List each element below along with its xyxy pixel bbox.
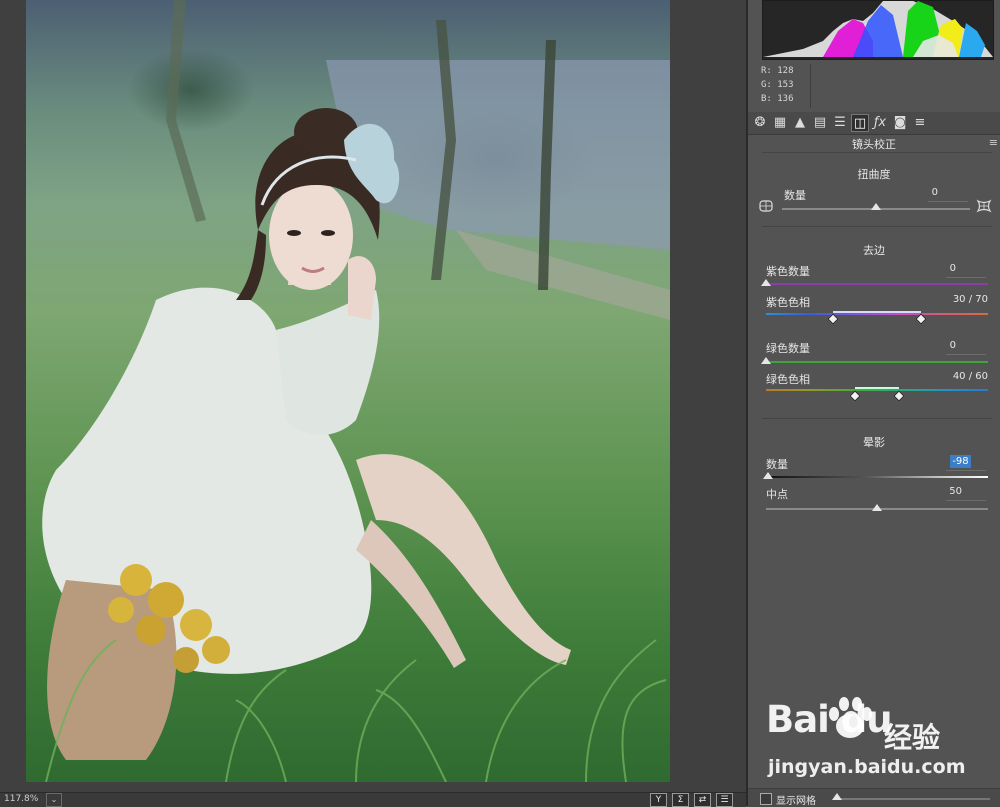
watermark-brand: Bai du (766, 698, 893, 741)
green-amount-slider-track[interactable] (766, 361, 988, 363)
distortion-slider-thumb[interactable] (871, 203, 881, 210)
purple-amount-slider-track[interactable] (766, 283, 988, 285)
tone-curve-tab-icon[interactable]: ▦ (771, 114, 789, 132)
basic-tab-icon[interactable]: ❂ (751, 114, 769, 132)
show-grid-row: 显示网格 (748, 788, 1000, 807)
before-after-y-button[interactable]: Y (650, 793, 667, 807)
histogram-graph (763, 1, 993, 57)
right-panel: R: 128 G: 153 B: 136 ❂ ▦ ▲ ▤ ☰ ◫ ƒx ◙ ≡ … (748, 0, 1000, 807)
green-amount-value[interactable]: 0 (934, 340, 956, 351)
purple-amount-value[interactable]: 0 (934, 263, 956, 274)
defringe-title: 去边 (863, 244, 885, 257)
blue-value: B: 136 (761, 94, 794, 104)
separator (762, 152, 992, 153)
vignetting-midpoint-label: 中点 (766, 488, 788, 501)
grid-size-slider-thumb[interactable] (832, 793, 842, 800)
show-grid-checkbox[interactable] (760, 793, 772, 805)
separator (762, 418, 992, 419)
vignetting-midpoint-slider-thumb[interactable] (872, 504, 882, 511)
purple-amount-slider-thumb[interactable] (761, 279, 771, 286)
vignetting-midpoint-value[interactable]: 50 (934, 486, 962, 497)
purple-hue-low-thumb[interactable] (826, 313, 839, 325)
vignetting-amount-slider-track[interactable] (766, 476, 988, 478)
histogram (762, 0, 994, 60)
camera-calibration-tab-icon[interactable]: ◙ (891, 114, 909, 132)
photo-preview[interactable] (26, 0, 670, 782)
panel-title: 镜头校正 (852, 138, 896, 151)
photo-illustration (42, 0, 670, 782)
purple-hue-slider-track[interactable] (766, 313, 988, 315)
swap-settings-button[interactable]: ⇄ (694, 793, 711, 807)
distortion-title: 扭曲度 (857, 168, 891, 181)
purple-hue-high-thumb[interactable] (915, 313, 928, 325)
watermark-cn: 经验 (884, 721, 941, 754)
grid-size-slider[interactable] (836, 798, 990, 800)
panel-tabs: ❂ ▦ ▲ ▤ ☰ ◫ ƒx ◙ ≡ (748, 112, 1000, 135)
green-amount-label: 绿色数量 (766, 342, 810, 355)
show-grid-label: 显示网格 (776, 796, 816, 807)
panel-menu-icon[interactable]: ≡ (989, 136, 998, 149)
green-amount-slider-thumb[interactable] (761, 357, 771, 364)
vignetting-amount-slider-thumb[interactable] (763, 472, 774, 479)
red-value: R: 128 (761, 66, 794, 76)
hsl-tab-icon[interactable]: ▤ (811, 114, 829, 132)
distortion-amount-value[interactable]: 0 (918, 187, 938, 198)
rgb-readout: R: 128 G: 153 B: 136 (758, 64, 811, 108)
detail-tab-icon[interactable]: ▲ (791, 114, 809, 132)
canvas-status-bar: 117.8% ⌄ Y Σ ⇄ ☰ (0, 792, 746, 807)
baidu-watermark: Bai du 经验 jingyan.baidu.com (766, 690, 1000, 785)
green-hue-range (854, 387, 900, 389)
green-hue-low-thumb[interactable] (849, 390, 861, 402)
vignetting-title: 晕影 (863, 436, 885, 449)
zoom-level: 117.8% (4, 794, 39, 804)
separator (762, 226, 992, 227)
presets-tab-icon[interactable]: ≡ (911, 114, 929, 132)
distortion-amount-label: 数量 (784, 189, 806, 202)
pincushion-distortion-icon (976, 199, 992, 213)
split-toning-tab-icon[interactable]: ☰ (831, 114, 849, 132)
view-settings-button[interactable]: ☰ (716, 793, 733, 807)
purple-hue-range (832, 311, 922, 313)
green-hue-label: 绿色色相 (766, 373, 810, 386)
vignetting-amount-value[interactable]: -98 (950, 455, 971, 468)
green-hue-value[interactable]: 40 / 60 (928, 371, 988, 382)
vignetting-amount-label: 数量 (766, 458, 788, 471)
before-after-split-button[interactable]: Σ (672, 793, 689, 807)
purple-hue-label: 紫色色相 (766, 296, 810, 309)
purple-hue-value[interactable]: 30 / 70 (928, 294, 988, 305)
zoom-dropdown[interactable]: ⌄ (46, 793, 62, 807)
watermark-url: jingyan.baidu.com (768, 756, 966, 778)
image-canvas[interactable] (0, 0, 746, 792)
effects-tab-icon[interactable]: ƒx (871, 114, 889, 132)
lens-corrections-tab-icon[interactable]: ◫ (851, 114, 869, 132)
green-value: G: 153 (761, 80, 794, 90)
barrel-distortion-icon (759, 200, 773, 212)
green-hue-slider-track[interactable] (766, 389, 988, 391)
purple-amount-label: 紫色数量 (766, 265, 810, 278)
green-hue-high-thumb[interactable] (893, 390, 905, 402)
